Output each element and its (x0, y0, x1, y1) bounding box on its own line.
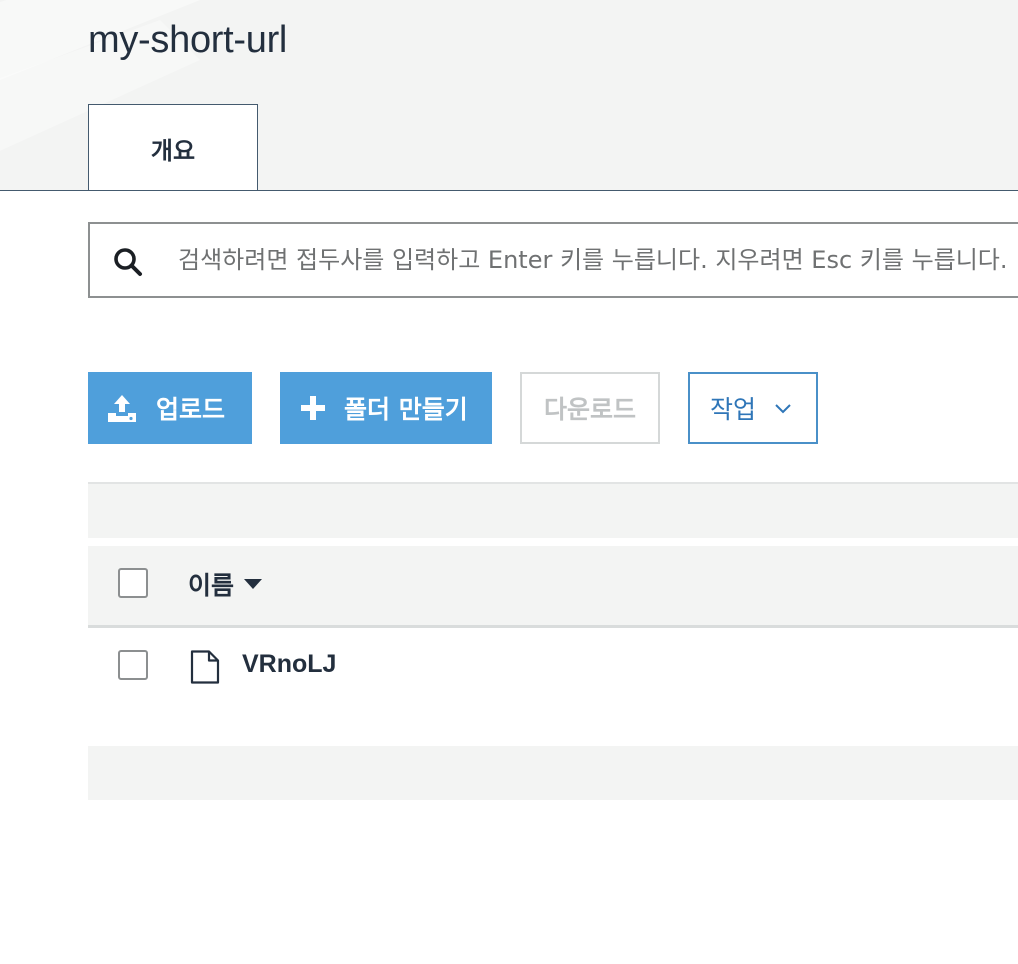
create-folder-button-label: 폴더 만들기 (344, 395, 468, 424)
search-icon (114, 248, 142, 276)
table-footer-band (88, 746, 1018, 800)
upload-button-label: 업로드 (156, 395, 226, 424)
search-bar (88, 222, 1018, 298)
column-header-name[interactable]: 이름 (188, 566, 263, 602)
sort-down-icon (244, 579, 263, 589)
row-checkbox[interactable] (118, 650, 148, 680)
select-all-checkbox[interactable] (118, 568, 148, 598)
create-folder-button[interactable]: 폴더 만들기 (280, 372, 492, 444)
file-icon (190, 650, 220, 684)
actions-dropdown[interactable]: 작업 (688, 372, 818, 444)
search-input[interactable] (178, 224, 1018, 296)
table-row: VRnoLJ (88, 628, 1018, 708)
page-title: my-short-url (88, 19, 288, 61)
page-header: my-short-url 개요 (0, 0, 1018, 191)
download-button[interactable]: 다운로드 (520, 372, 660, 444)
file-name-link[interactable]: VRnoLJ (242, 650, 336, 679)
download-button-label: 다운로드 (543, 395, 636, 424)
tab-overview[interactable]: 개요 (88, 104, 258, 190)
actions-dropdown-label: 작업 (710, 395, 757, 424)
upload-icon (108, 395, 136, 422)
chevron-down-icon (775, 404, 791, 414)
upload-button[interactable]: 업로드 (88, 372, 252, 444)
table-header: 이름 (88, 546, 1018, 628)
plus-icon (301, 396, 325, 420)
table-toolbar-band (88, 482, 1018, 538)
column-header-name-label: 이름 (188, 571, 235, 600)
